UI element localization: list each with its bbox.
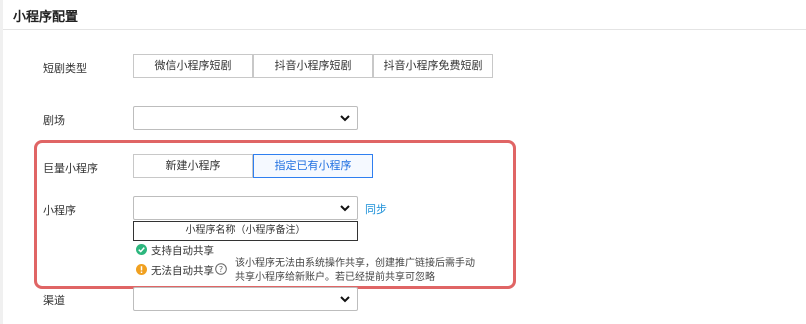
sync-link[interactable]: 同步 (365, 201, 387, 217)
check-circle-icon (136, 244, 147, 255)
auto-share-unavailable: 无法自动共享 (151, 265, 214, 277)
mini-program-label: 小程序 (43, 204, 76, 217)
theater-select[interactable] (133, 106, 358, 130)
option-new-mini-program[interactable]: 新建小程序 (133, 154, 253, 178)
page-title: 小程序配置 (13, 10, 79, 25)
warning-icon (136, 264, 147, 275)
auto-share-supported: 支持自动共享 (151, 245, 214, 257)
svg-text:?: ? (219, 265, 223, 274)
share-note: 该小程序无法由系统操作共享，创建推广链接后需手动共享小程序给新账户。若已经提前共… (235, 258, 475, 283)
chevron-down-icon (340, 205, 350, 212)
chevron-down-icon (340, 115, 350, 122)
config-panel: 小程序配置 短剧类型 微信小程序短剧 抖音小程序短剧 抖音小程序免费短剧 剧场 … (3, 0, 806, 324)
drama-type-label: 短剧类型 (43, 62, 87, 75)
option-wechat-drama[interactable]: 微信小程序短剧 (133, 54, 253, 78)
option-douyin-drama[interactable]: 抖音小程序短剧 (253, 54, 373, 78)
help-icon[interactable]: ? (215, 263, 227, 275)
theater-label: 剧场 (43, 114, 65, 127)
section-header: 小程序配置 (3, 0, 806, 30)
mini-program-name-field: 小程序名称（小程序备注） (133, 221, 358, 241)
mini-program-select[interactable] (133, 196, 358, 220)
channel-select[interactable] (133, 287, 358, 311)
channel-label: 渠道 (43, 294, 65, 307)
option-existing-mini-program[interactable]: 指定已有小程序 (253, 154, 373, 178)
giant-label: 巨量小程序 (43, 162, 98, 175)
chevron-down-icon (340, 296, 350, 303)
option-douyin-free-drama[interactable]: 抖音小程序免费短剧 (373, 54, 493, 78)
